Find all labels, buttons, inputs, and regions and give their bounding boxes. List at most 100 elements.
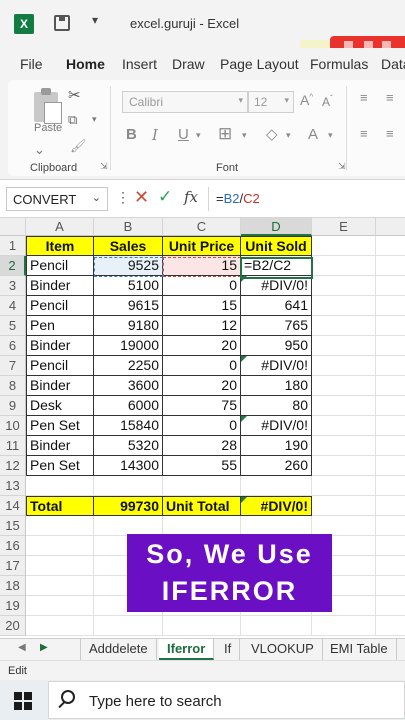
row-header-11[interactable]: 11 — [0, 436, 26, 456]
empty-cell[interactable] — [376, 396, 405, 416]
empty-cell[interactable] — [241, 516, 312, 536]
empty-cell[interactable] — [376, 576, 405, 596]
sheet-tab-vlookup[interactable]: VLOOKUP — [243, 639, 323, 660]
tab-data[interactable]: Data — [381, 56, 405, 72]
cell-a2[interactable]: Pencil — [26, 256, 94, 276]
empty-cell[interactable] — [376, 376, 405, 396]
cell-a14[interactable]: Total — [26, 496, 94, 516]
insert-function-icon[interactable]: fx — [184, 188, 198, 206]
scroll-left-icon[interactable]: ◀ — [18, 642, 26, 653]
empty-cell[interactable] — [312, 396, 376, 416]
copy-icon[interactable]: ⧉ — [68, 112, 77, 128]
sheet-tab-if[interactable]: If — [216, 639, 241, 660]
empty-cell[interactable] — [163, 516, 241, 536]
tab-page-layout[interactable]: Page Layout — [220, 56, 299, 72]
underline-icon[interactable]: U — [178, 126, 189, 143]
formula-input[interactable]: =B2/C2 — [216, 191, 260, 206]
fill-color-icon[interactable]: ◇ — [266, 125, 278, 143]
cell-c8[interactable]: 20 — [163, 376, 241, 396]
empty-cell[interactable] — [26, 476, 94, 496]
name-box[interactable]: CONVERT ⌄ — [6, 187, 108, 211]
fill-dropdown-icon[interactable]: ▾ — [286, 130, 291, 141]
empty-cell[interactable] — [312, 356, 376, 376]
empty-cell[interactable] — [241, 476, 312, 496]
empty-cell[interactable] — [376, 276, 405, 296]
cell-c5[interactable]: 12 — [163, 316, 241, 336]
sheet-tab-emi-table[interactable]: EMI Table — [322, 639, 397, 660]
empty-cell[interactable] — [376, 256, 405, 276]
cell-b9[interactable]: 6000 — [94, 396, 163, 416]
decrease-font-icon[interactable]: Aˇ — [322, 94, 333, 109]
align-middle-icon[interactable]: ≡ — [386, 90, 394, 105]
row-header-9[interactable]: 9 — [0, 396, 26, 416]
cell-d12[interactable]: 260 — [241, 456, 312, 476]
empty-cell[interactable] — [376, 556, 405, 576]
empty-cell[interactable] — [312, 456, 376, 476]
cell-c14[interactable]: Unit Total — [163, 496, 241, 516]
empty-cell[interactable] — [312, 616, 376, 636]
scroll-right-icon[interactable]: ▶ — [40, 642, 48, 653]
row-header-6[interactable]: 6 — [0, 336, 26, 356]
font-color-icon[interactable]: A — [308, 126, 318, 143]
empty-cell[interactable] — [376, 236, 405, 256]
cell-c3[interactable]: 0 — [163, 276, 241, 296]
borders-icon[interactable]: ⊞ — [218, 124, 232, 144]
cell-c10[interactable]: 0 — [163, 416, 241, 436]
copy-dropdown-icon[interactable]: ▾ — [92, 114, 97, 125]
cell-b10[interactable]: 15840 — [94, 416, 163, 436]
borders-dropdown-icon[interactable]: ▾ — [242, 130, 247, 141]
empty-cell[interactable] — [26, 536, 94, 556]
select-all-corner[interactable] — [0, 218, 26, 236]
empty-cell[interactable] — [312, 276, 376, 296]
windows-start-icon[interactable] — [14, 692, 32, 710]
empty-cell[interactable] — [94, 476, 163, 496]
cell-c12[interactable]: 55 — [163, 456, 241, 476]
cell-d3[interactable]: #DIV/0! — [241, 276, 312, 296]
cell-a11[interactable]: Binder — [26, 436, 94, 456]
cell-b3[interactable]: 5100 — [94, 276, 163, 296]
cell-a8[interactable]: Binder — [26, 376, 94, 396]
cell-a6[interactable]: Binder — [26, 336, 94, 356]
cell-b14[interactable]: 99730 — [94, 496, 163, 516]
cell-b5[interactable]: 9180 — [94, 316, 163, 336]
tab-file[interactable]: File — [20, 56, 43, 72]
empty-cell[interactable] — [163, 616, 241, 636]
clipboard-launcher-icon[interactable]: ⇲ — [100, 161, 108, 172]
cell-a12[interactable]: Pen Set — [26, 456, 94, 476]
enter-check-icon[interactable]: ✓ — [158, 187, 172, 207]
cell-d5[interactable]: 765 — [241, 316, 312, 336]
empty-cell[interactable] — [376, 536, 405, 556]
column-header-c[interactable]: C — [163, 218, 241, 236]
column-header-d[interactable]: D — [241, 218, 312, 236]
column-header-a[interactable]: A — [26, 218, 94, 236]
cell-c6[interactable]: 20 — [163, 336, 241, 356]
empty-cell[interactable] — [26, 616, 94, 636]
cell-a9[interactable]: Desk — [26, 396, 94, 416]
row-header-17[interactable]: 17 — [0, 556, 26, 576]
empty-cell[interactable] — [312, 236, 376, 256]
empty-cell[interactable] — [312, 336, 376, 356]
empty-cell[interactable] — [312, 416, 376, 436]
cell-c4[interactable]: 15 — [163, 296, 241, 316]
font-launcher-icon[interactable]: ⇲ — [338, 161, 346, 172]
empty-cell[interactable] — [376, 456, 405, 476]
cut-icon[interactable]: ✂ — [68, 86, 81, 104]
cell-b11[interactable]: 5320 — [94, 436, 163, 456]
row-header-19[interactable]: 19 — [0, 596, 26, 616]
row-header-12[interactable]: 12 — [0, 456, 26, 476]
empty-cell[interactable] — [312, 296, 376, 316]
cell-d1[interactable]: Unit Sold — [241, 236, 312, 256]
empty-cell[interactable] — [376, 356, 405, 376]
empty-cell[interactable] — [312, 256, 376, 276]
empty-cell[interactable] — [376, 496, 405, 516]
cell-c9[interactable]: 75 — [163, 396, 241, 416]
empty-cell[interactable] — [312, 436, 376, 456]
cell-d9[interactable]: 80 — [241, 396, 312, 416]
empty-cell[interactable] — [376, 516, 405, 536]
empty-cell[interactable] — [26, 576, 94, 596]
align-left-icon[interactable]: ≡ — [360, 126, 368, 141]
sheet-tab-iferror[interactable]: Iferror — [159, 639, 215, 660]
format-painter-icon[interactable]: 🖌 — [70, 138, 87, 154]
column-header-e[interactable]: E — [312, 218, 376, 236]
empty-cell[interactable] — [376, 416, 405, 436]
